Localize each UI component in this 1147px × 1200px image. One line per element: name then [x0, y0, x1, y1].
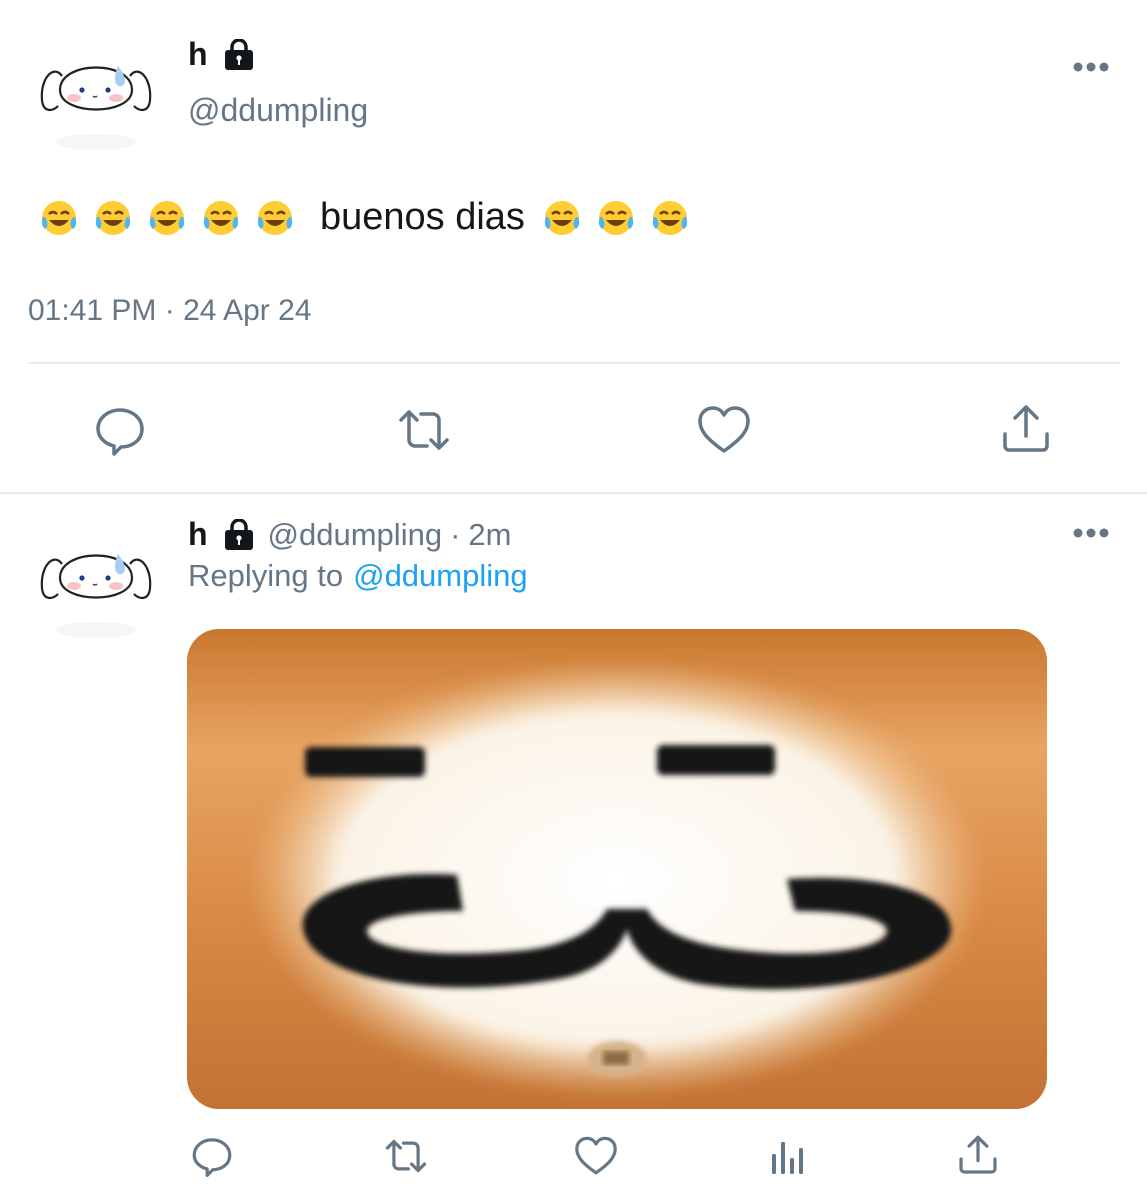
reply-header: h @ddumpling · 2m: [188, 516, 511, 553]
joy-emoji-icon: [149, 200, 185, 235]
joy-emoji-icon: [95, 200, 131, 235]
retweet-button[interactable]: [392, 402, 456, 458]
retweet-button[interactable]: [380, 1134, 432, 1178]
divider: [28, 362, 1120, 364]
share-icon: [959, 1135, 997, 1174]
timestamp[interactable]: 01:41 PM · 24 Apr 24: [28, 294, 312, 328]
main-tweet: h @ddumpling buenos dias 01:41 PM · 24 A…: [0, 0, 1147, 492]
reply-button[interactable]: [190, 1134, 234, 1178]
more-icon[interactable]: [1071, 60, 1111, 74]
joy-emoji-icon: [203, 200, 239, 235]
joy-emoji-icon: [598, 200, 634, 235]
emoji-group-trailing: [541, 197, 691, 239]
share-icon: [1003, 405, 1049, 452]
lock-icon: [224, 38, 253, 70]
joy-emoji-icon: [652, 200, 688, 235]
reply-button[interactable]: [92, 402, 148, 458]
like-button[interactable]: [574, 1134, 618, 1178]
comment-icon: [192, 1138, 232, 1177]
heart-icon: [698, 406, 750, 453]
replying-to: Replying to @ddumpling: [188, 558, 528, 594]
replying-prefix: Replying to: [188, 558, 344, 593]
joy-emoji-icon: [41, 200, 77, 235]
share-button[interactable]: [998, 400, 1054, 458]
tweet-body-text: buenos dias: [320, 196, 525, 238]
avatar[interactable]: [34, 30, 158, 154]
display-name[interactable]: h: [188, 516, 208, 553]
joy-emoji-icon: [257, 200, 293, 235]
replying-handle-link[interactable]: @ddumpling: [353, 558, 528, 594]
share-button[interactable]: [956, 1132, 1000, 1178]
more-icon[interactable]: [1071, 526, 1111, 540]
comment-icon: [96, 408, 144, 456]
reply-tweet: h @ddumpling · 2m Replying to @ddumpling: [0, 494, 1147, 1200]
emoji-group-leading: [38, 197, 296, 239]
retweet-icon: [385, 1139, 427, 1173]
joy-emoji-icon: [544, 200, 580, 235]
handle[interactable]: @ddumpling: [268, 517, 443, 553]
lock-icon: [224, 518, 253, 550]
separator-dot: ·: [450, 516, 461, 552]
time-ago[interactable]: 2m: [468, 517, 511, 553]
avatar[interactable]: [34, 518, 158, 642]
retweet-icon: [399, 410, 449, 450]
analytics-icon: [772, 1142, 803, 1174]
tweet-text: buenos dias: [38, 196, 691, 239]
attached-image[interactable]: [187, 629, 1047, 1109]
name-row: h: [188, 36, 256, 73]
heart-icon: [575, 1136, 617, 1175]
display-name[interactable]: h: [188, 36, 208, 73]
analytics-button[interactable]: [766, 1134, 810, 1178]
handle[interactable]: @ddumpling: [188, 92, 368, 129]
like-button[interactable]: [696, 402, 752, 458]
